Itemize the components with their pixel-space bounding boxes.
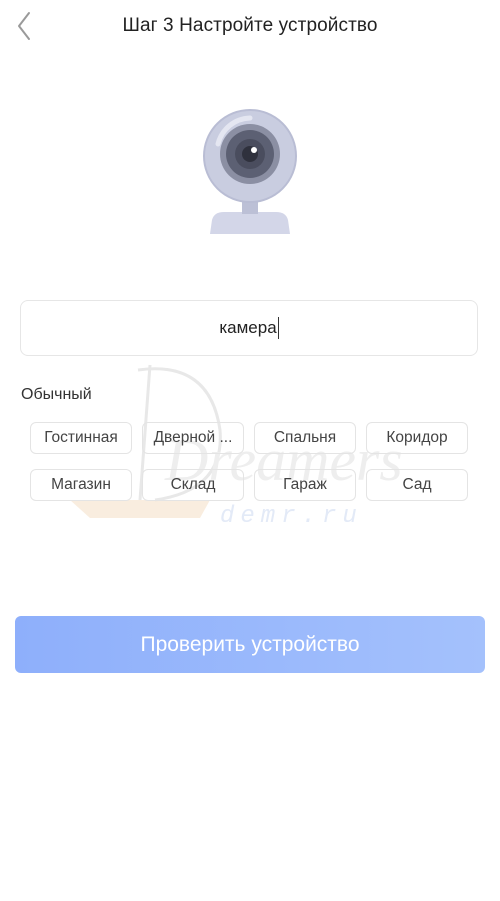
chip-doorway[interactable]: Дверной ... bbox=[142, 422, 244, 454]
verify-device-button[interactable]: Проверить устройство bbox=[15, 616, 485, 673]
header: Шаг 3 Настройте устройство bbox=[0, 0, 500, 56]
chip-living-room[interactable]: Гостинная bbox=[30, 422, 132, 454]
page-title: Шаг 3 Настройте устройство bbox=[122, 15, 378, 36]
chip-corridor[interactable]: Коридор bbox=[366, 422, 468, 454]
device-name-value: камера bbox=[219, 318, 277, 337]
chip-shop[interactable]: Магазин bbox=[30, 469, 132, 501]
chip-warehouse[interactable]: Склад bbox=[142, 469, 244, 501]
text-caret bbox=[277, 317, 279, 339]
device-name-input[interactable]: камера bbox=[20, 300, 478, 356]
watermark-subtitle: demr.ru bbox=[220, 503, 363, 530]
chip-garage[interactable]: Гараж bbox=[254, 469, 356, 501]
section-label: Обычный bbox=[21, 386, 92, 403]
chip-bedroom[interactable]: Спальня bbox=[254, 422, 356, 454]
chip-garden[interactable]: Сад bbox=[366, 469, 468, 501]
webcam-icon bbox=[203, 109, 297, 234]
